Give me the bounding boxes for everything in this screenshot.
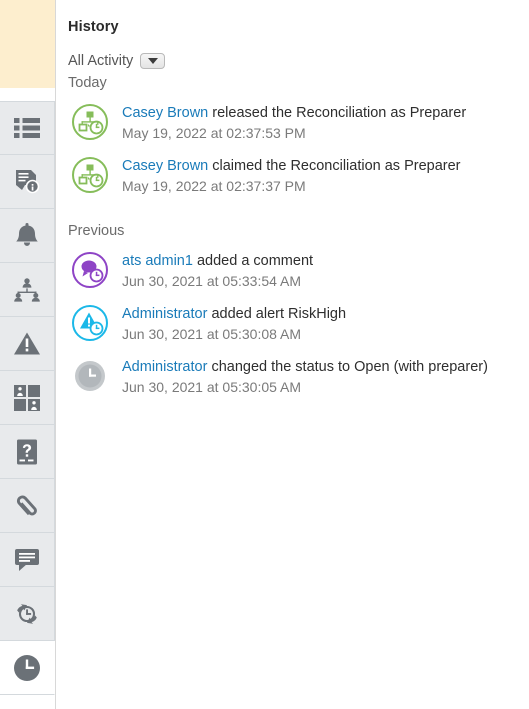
org-chart-icon: [13, 277, 41, 302]
history-entry-action: added alert RiskHigh: [207, 306, 347, 322]
history-entry[interactable]: ats admin1 added a comment Jun 30, 2021 …: [56, 239, 529, 292]
group-label-previous: Previous: [68, 223, 125, 239]
hierarchy-history-icon: [68, 153, 112, 197]
history-entry-description: ats admin1 added a comment: [122, 252, 313, 271]
activity-filter-label: All Activity: [68, 53, 134, 69]
history-entries-today: Casey Brown released the Reconciliation …: [56, 91, 529, 197]
list-icon: [14, 117, 40, 139]
history-entry-actor[interactable]: Casey Brown: [122, 158, 208, 174]
sidebar-item-comments[interactable]: [0, 533, 55, 587]
history-entry-timestamp: May 19, 2022 at 02:37:37 PM: [122, 178, 306, 194]
question-document-icon: [16, 439, 38, 465]
rail-top-highlight-block: [0, 0, 55, 88]
history-panel-app: History All Activity Today Casey Brown r…: [0, 0, 529, 709]
history-entry-timestamp: Jun 30, 2021 at 05:30:08 AM: [122, 326, 302, 342]
history-entry-action: added a comment: [192, 253, 314, 269]
history-entry-text: ats admin1 added a comment Jun 30, 2021 …: [122, 250, 313, 291]
document-info-icon: [14, 169, 40, 195]
history-entry-action: claimed the Reconciliation as Preparer: [208, 158, 461, 174]
activity-filter-dropdown[interactable]: [140, 53, 166, 69]
history-entry-timestamp: Jun 30, 2021 at 05:33:54 AM: [122, 273, 302, 289]
sidebar-item-sync-history[interactable]: [0, 587, 55, 641]
hierarchy-history-icon: [68, 100, 112, 144]
history-entry-timestamp: Jun 30, 2021 at 05:30:05 AM: [122, 379, 302, 395]
alert-history-icon: [68, 301, 112, 345]
sidebar-item-warnings[interactable]: [0, 317, 55, 371]
history-entry[interactable]: Administrator added alert RiskHigh Jun 3…: [56, 292, 529, 345]
chevron-down-icon: [147, 58, 158, 64]
sidebar-item-attachments[interactable]: [0, 479, 55, 533]
history-panel: History All Activity Today Casey Brown r…: [56, 0, 529, 709]
history-entry-actor[interactable]: Casey Brown: [122, 105, 208, 121]
history-entry[interactable]: Casey Brown released the Reconciliation …: [56, 91, 529, 144]
group-label-today: Today: [68, 75, 107, 91]
comment-history-icon: [68, 248, 112, 292]
sidebar-icon-rail: [0, 0, 56, 709]
bell-icon: [15, 222, 39, 249]
history-entry-text: Administrator changed the status to Open…: [122, 356, 488, 397]
sidebar-item-list: [0, 101, 55, 695]
history-entry-text: Administrator added alert RiskHigh Jun 3…: [122, 303, 346, 344]
history-entry[interactable]: Casey Brown claimed the Reconciliation a…: [56, 144, 529, 197]
history-entries-previous: ats admin1 added a comment Jun 30, 2021 …: [56, 239, 529, 398]
history-entry-actor[interactable]: Administrator: [122, 359, 207, 375]
history-entry-actor[interactable]: ats admin1: [122, 253, 193, 269]
history-entry-description: Casey Brown claimed the Reconciliation a…: [122, 157, 461, 176]
comment-icon: [14, 548, 40, 572]
history-entry-description: Casey Brown released the Reconciliation …: [122, 104, 466, 123]
sidebar-item-org-chart[interactable]: [0, 263, 55, 317]
sidebar-item-alerts[interactable]: [0, 209, 55, 263]
sidebar-item-list-view[interactable]: [0, 101, 55, 155]
history-entry-timestamp: May 19, 2022 at 02:37:53 PM: [122, 125, 306, 141]
history-entry-description: Administrator added alert RiskHigh: [122, 305, 346, 324]
warning-triangle-icon: [13, 331, 41, 356]
page-title: History: [68, 19, 119, 35]
clock-status-icon: [68, 354, 112, 398]
history-entry-text: Casey Brown released the Reconciliation …: [122, 102, 466, 143]
paperclip-icon: [13, 492, 41, 520]
rail-spacer: [0, 88, 55, 101]
sidebar-item-question-document[interactable]: [0, 425, 55, 479]
sidebar-item-history[interactable]: [0, 641, 55, 695]
sync-clock-icon: [12, 601, 42, 627]
history-entry-action: changed the status to Open (with prepare…: [207, 359, 488, 375]
history-entry-actor[interactable]: Administrator: [122, 306, 207, 322]
sidebar-item-document-info[interactable]: [0, 155, 55, 209]
activity-filter-row: All Activity: [56, 35, 529, 69]
history-entry-text: Casey Brown claimed the Reconciliation a…: [122, 155, 461, 196]
history-clock-icon: [12, 653, 42, 683]
history-entry[interactable]: Administrator changed the status to Open…: [56, 345, 529, 398]
history-entry-description: Administrator changed the status to Open…: [122, 358, 488, 377]
sidebar-item-quadrant-people[interactable]: [0, 371, 55, 425]
quadrant-people-icon: [14, 384, 40, 411]
history-entry-action: released the Reconciliation as Preparer: [208, 105, 467, 121]
